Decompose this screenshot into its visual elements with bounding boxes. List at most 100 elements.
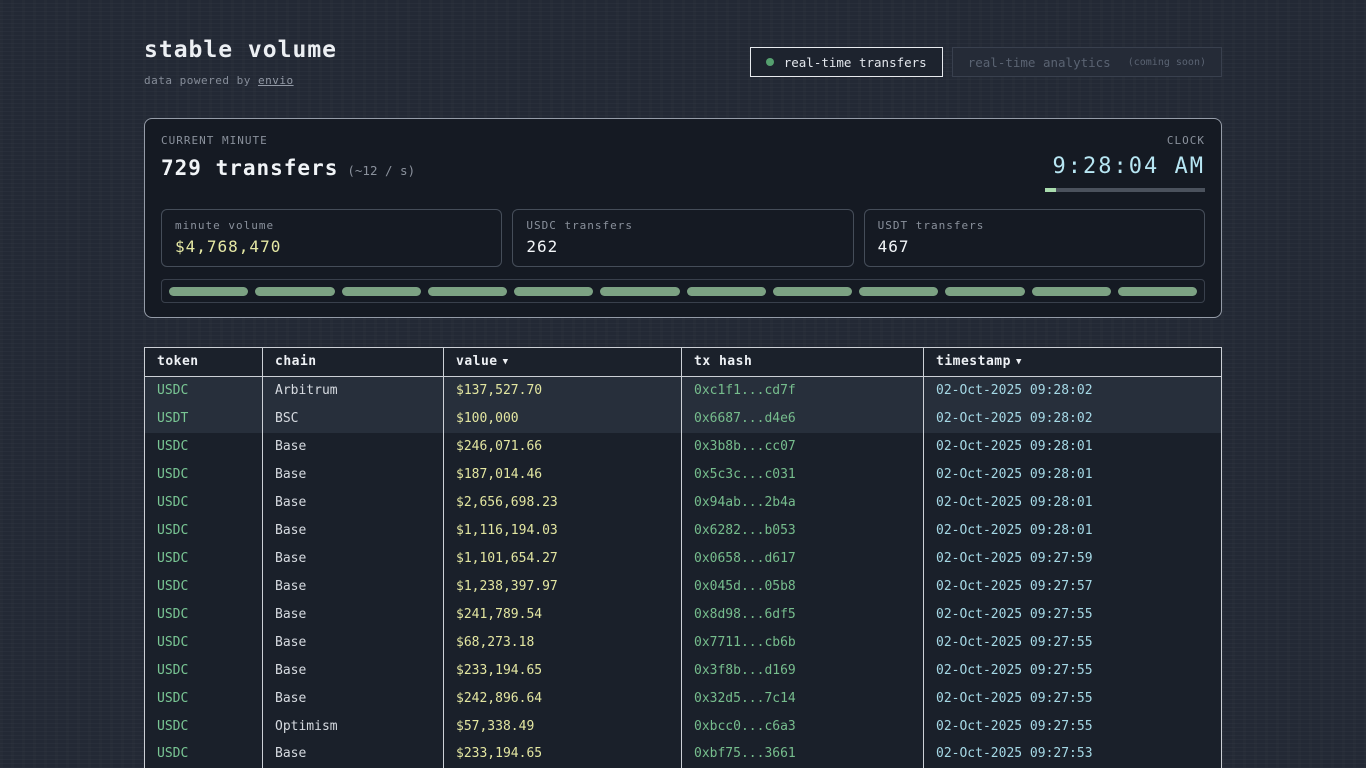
minute-segment xyxy=(1118,287,1197,296)
cell-token: USDC xyxy=(145,601,263,629)
minute-segment xyxy=(428,287,507,296)
tab-real-time-analytics[interactable]: real-time analytics (coming soon) xyxy=(952,47,1222,77)
table-row: USDCBase$1,116,194.030x6282...b05302-Oct… xyxy=(145,517,1222,545)
cell-timestamp: 02-Oct-2025 09:27:57 xyxy=(924,573,1222,601)
subtitle-prefix: data powered by xyxy=(144,74,258,87)
cell-chain: Base xyxy=(263,461,444,489)
minute-segments xyxy=(161,279,1205,303)
cell-timestamp: 02-Oct-2025 09:27:55 xyxy=(924,685,1222,713)
transfers-line: 729 transfers (~12 / s) xyxy=(161,156,415,180)
column-header-value[interactable]: value▼ xyxy=(444,348,682,377)
cell-chain: Base xyxy=(263,573,444,601)
cell-hash[interactable]: 0x5c3c...c031 xyxy=(682,461,924,489)
cell-hash[interactable]: 0xc1f1...cd7f xyxy=(682,377,924,405)
cell-value: $187,014.46 xyxy=(444,461,682,489)
tab-real-time-transfers[interactable]: real-time transfers xyxy=(750,47,943,77)
minute-segment xyxy=(773,287,852,296)
minute-segment xyxy=(859,287,938,296)
stat-value: 262 xyxy=(526,237,839,256)
envio-link[interactable]: envio xyxy=(258,74,294,87)
table-row: USDCBase$246,071.660x3b8b...cc0702-Oct-2… xyxy=(145,433,1222,461)
clock-progress-bar xyxy=(1045,188,1205,192)
cell-chain: Base xyxy=(263,433,444,461)
cell-hash[interactable]: 0x6282...b053 xyxy=(682,517,924,545)
cell-hash[interactable]: 0x94ab...2b4a xyxy=(682,489,924,517)
sort-arrow-icon: ▼ xyxy=(1016,357,1022,367)
stat-value: $4,768,470 xyxy=(175,237,488,256)
table-row: USDCBase$187,014.460x5c3c...c03102-Oct-2… xyxy=(145,461,1222,489)
cell-hash[interactable]: 0x3b8b...cc07 xyxy=(682,433,924,461)
minute-segment xyxy=(255,287,334,296)
stat-value: 467 xyxy=(878,237,1191,256)
cell-token: USDC xyxy=(145,741,263,768)
column-header-chain[interactable]: chain xyxy=(263,348,444,377)
column-header-timestamp[interactable]: timestamp▼ xyxy=(924,348,1222,377)
tab-analytics-label: real-time analytics xyxy=(968,55,1111,70)
clock-label: CLOCK xyxy=(1045,134,1205,147)
table-row: USDCBase$242,896.640x32d5...7c1402-Oct-2… xyxy=(145,685,1222,713)
stat-card-0: minute volume$4,768,470 xyxy=(161,209,502,267)
cell-timestamp: 02-Oct-2025 09:28:02 xyxy=(924,405,1222,433)
table-row: USDCOptimism$57,338.490xbcc0...c6a302-Oc… xyxy=(145,713,1222,741)
cell-chain: Base xyxy=(263,489,444,517)
page-title: stable volume xyxy=(144,37,337,63)
cell-timestamp: 02-Oct-2025 09:28:02 xyxy=(924,377,1222,405)
cell-hash[interactable]: 0xbf75...3661 xyxy=(682,741,924,768)
cell-token: USDC xyxy=(145,433,263,461)
stat-label: USDT transfers xyxy=(878,219,1191,232)
cell-hash[interactable]: 0x0658...d617 xyxy=(682,545,924,573)
cell-timestamp: 02-Oct-2025 09:27:53 xyxy=(924,741,1222,768)
header: stable volume data powered by envio real… xyxy=(144,0,1222,87)
cell-chain: Base xyxy=(263,517,444,545)
cell-value: $241,789.54 xyxy=(444,601,682,629)
subtitle: data powered by envio xyxy=(144,74,337,87)
cell-value: $137,527.70 xyxy=(444,377,682,405)
cell-token: USDC xyxy=(145,713,263,741)
current-minute-label: CURRENT MINUTE xyxy=(161,134,415,147)
column-header-tx-hash[interactable]: tx hash xyxy=(682,348,924,377)
minute-segment xyxy=(1032,287,1111,296)
cell-hash[interactable]: 0x8d98...6df5 xyxy=(682,601,924,629)
table-row: USDCBase$241,789.540x8d98...6df502-Oct-2… xyxy=(145,601,1222,629)
minute-segment xyxy=(169,287,248,296)
cell-token: USDC xyxy=(145,517,263,545)
cell-hash[interactable]: 0x7711...cb6b xyxy=(682,629,924,657)
column-header-token[interactable]: token xyxy=(145,348,263,377)
sort-arrow-icon: ▼ xyxy=(503,357,509,367)
cell-hash[interactable]: 0xbcc0...c6a3 xyxy=(682,713,924,741)
tab-transfers-label: real-time transfers xyxy=(784,55,927,70)
cell-timestamp: 02-Oct-2025 09:28:01 xyxy=(924,489,1222,517)
cell-hash[interactable]: 0x6687...d4e6 xyxy=(682,405,924,433)
cell-value: $57,338.49 xyxy=(444,713,682,741)
minute-segment xyxy=(514,287,593,296)
panel-top: CURRENT MINUTE 729 transfers (~12 / s) C… xyxy=(161,134,1205,192)
cell-token: USDC xyxy=(145,461,263,489)
cell-hash[interactable]: 0x32d5...7c14 xyxy=(682,685,924,713)
cell-token: USDT xyxy=(145,405,263,433)
minute-segment xyxy=(600,287,679,296)
cell-value: $1,116,194.03 xyxy=(444,517,682,545)
cell-hash[interactable]: 0x3f8b...d169 xyxy=(682,657,924,685)
minute-segment xyxy=(342,287,421,296)
transfers-count: 729 transfers xyxy=(161,156,338,180)
cell-timestamp: 02-Oct-2025 09:27:55 xyxy=(924,713,1222,741)
cell-chain: BSC xyxy=(263,405,444,433)
cell-timestamp: 02-Oct-2025 09:27:59 xyxy=(924,545,1222,573)
cell-hash[interactable]: 0x045d...05b8 xyxy=(682,573,924,601)
cell-timestamp: 02-Oct-2025 09:27:55 xyxy=(924,601,1222,629)
transfers-table: tokenchainvalue▼tx hashtimestamp▼ USDCAr… xyxy=(144,347,1222,768)
cell-value: $100,000 xyxy=(444,405,682,433)
table-header: tokenchainvalue▼tx hashtimestamp▼ xyxy=(145,348,1222,377)
table-row: USDCBase$1,101,654.270x0658...d61702-Oct… xyxy=(145,545,1222,573)
table-row: USDCBase$233,194.650x3f8b...d16902-Oct-2… xyxy=(145,657,1222,685)
cell-token: USDC xyxy=(145,545,263,573)
cell-value: $246,071.66 xyxy=(444,433,682,461)
stats-row: minute volume$4,768,470USDC transfers262… xyxy=(161,209,1205,267)
table-header-row: tokenchainvalue▼tx hashtimestamp▼ xyxy=(145,348,1222,377)
cell-token: USDC xyxy=(145,685,263,713)
stat-card-1: USDC transfers262 xyxy=(512,209,853,267)
table-row: USDTBSC$100,0000x6687...d4e602-Oct-2025 … xyxy=(145,405,1222,433)
cell-timestamp: 02-Oct-2025 09:27:55 xyxy=(924,629,1222,657)
clock-block: CLOCK 9:28:04 AM xyxy=(1045,134,1205,192)
current-minute-panel: CURRENT MINUTE 729 transfers (~12 / s) C… xyxy=(144,118,1222,318)
